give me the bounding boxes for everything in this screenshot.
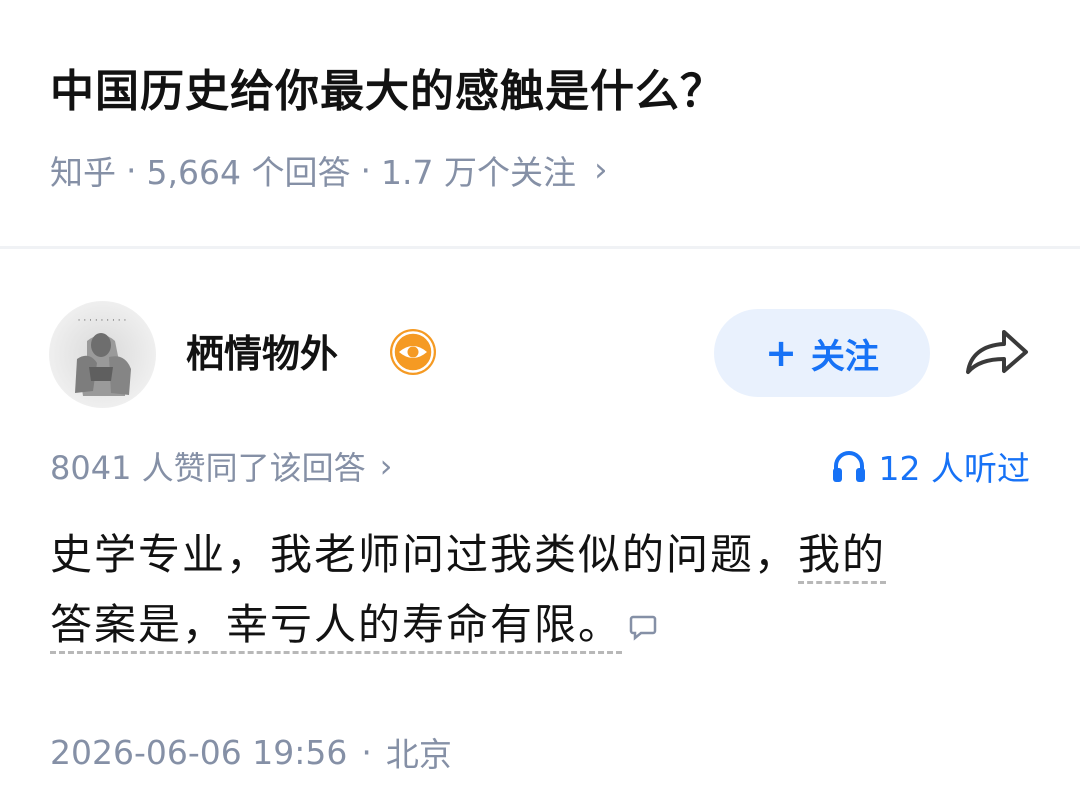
section-divider — [0, 246, 1080, 249]
answer-date: 2026-06-06 19:56 — [50, 732, 348, 772]
separator-dot: · — [126, 150, 137, 190]
chevron-right-icon: › — [593, 150, 608, 190]
share-button[interactable] — [960, 325, 1034, 381]
answer-location: 北京 — [385, 735, 452, 774]
comment-bubble-icon[interactable] — [628, 593, 658, 663]
answer-text-highlight[interactable]: 答案是，幸亏人的寿命有限。 — [50, 600, 623, 654]
plus-icon: + — [765, 331, 797, 375]
separator-dot: · — [360, 150, 371, 190]
avatar[interactable]: · · · · · · · · · — [49, 301, 156, 408]
author-name[interactable]: 栖情物外 — [186, 326, 338, 382]
answer-footer: 2026-06-06 19:56 · 北京 — [50, 726, 452, 778]
eye-badge-icon — [388, 327, 438, 377]
listen-count: 12 人听过 — [878, 449, 1030, 488]
answer-count: 5,664 个回答 — [146, 153, 351, 192]
headphones-icon — [832, 451, 865, 482]
question-meta[interactable]: 知乎 · 5,664 个回答 · 1.7 万个关注 › — [50, 146, 608, 194]
follow-button-label: 关注 — [810, 336, 879, 377]
question-title[interactable]: 中国历史给你最大的感触是什么？ — [50, 60, 725, 124]
voteup-text: 8041 人赞同了该回答 — [50, 449, 366, 487]
svg-text:· · · · · · · · ·: · · · · · · · · · — [78, 316, 127, 326]
listen-info[interactable]: 12 人听过 — [831, 440, 1030, 492]
follow-count: 1.7 万个关注 — [380, 153, 576, 192]
voteup-info[interactable]: 8041 人赞同了该回答 › — [50, 440, 392, 492]
share-arrow-icon — [962, 329, 1032, 381]
answer-content[interactable]: 史学专业，我老师问过我类似的问题，我的答案是，幸亏人的寿命有限。 — [50, 520, 1040, 663]
answer-text-highlight[interactable]: 我的 — [798, 530, 887, 584]
chevron-right-icon: › — [379, 447, 393, 485]
source-label: 知乎 — [50, 153, 116, 192]
follow-button[interactable]: + 关注 — [714, 309, 930, 397]
answer-text: 史学专业，我老师问过我类似的问题， — [50, 530, 799, 579]
separator-dot: · — [361, 732, 372, 772]
